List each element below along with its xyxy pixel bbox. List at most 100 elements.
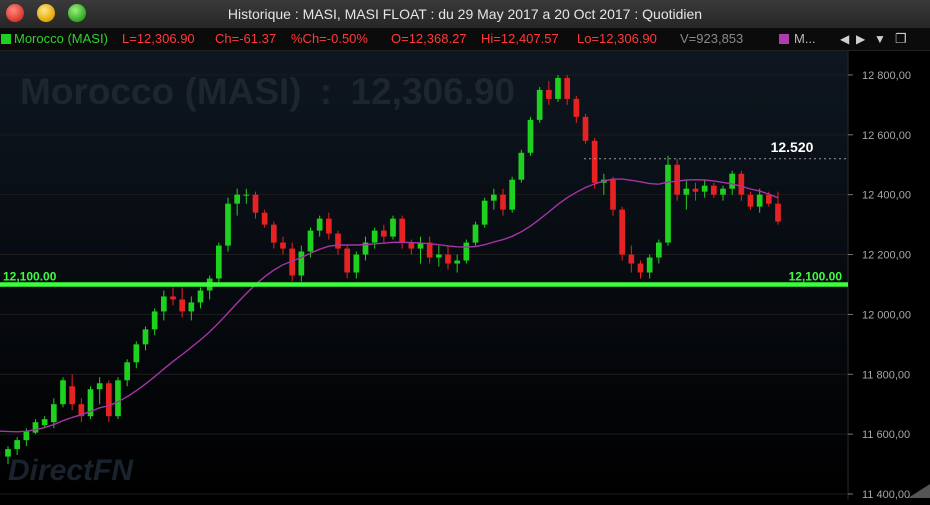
- series-color-swatch: [1, 34, 11, 44]
- candle-body: [399, 218, 406, 243]
- candle[interactable]: [582, 113, 589, 144]
- candle-body: [490, 194, 497, 201]
- candle-body: [5, 449, 11, 457]
- candle-body: [69, 386, 76, 405]
- candlestick-chart[interactable]: Morocco (MASI) : 12,306.90 DirectFN 12 8…: [0, 51, 930, 501]
- window-restore-icon[interactable]: ❐: [895, 28, 907, 50]
- candle-body: [225, 203, 231, 246]
- candle-body: [234, 194, 241, 204]
- last-price: L=12,306.90: [122, 31, 195, 46]
- candle-body: [738, 173, 745, 195]
- candle-body: [665, 164, 671, 243]
- candle[interactable]: [518, 149, 525, 183]
- candle-body: [509, 179, 516, 210]
- candle-body: [564, 77, 571, 99]
- candle[interactable]: [215, 242, 222, 285]
- candle-body: [380, 230, 387, 237]
- candle-body: [344, 248, 351, 273]
- candle-body: [683, 188, 690, 195]
- chart-area[interactable]: Morocco (MASI) : 12,306.90 DirectFN 12 8…: [0, 51, 930, 501]
- candle-body: [637, 263, 644, 273]
- candle-body: [142, 329, 149, 345]
- candle[interactable]: [472, 221, 479, 246]
- y-tick-label: 12 800,00: [862, 70, 911, 82]
- quote-info-bar: Morocco (MASI) L=12,306.90 Ch=-61.37 %Ch…: [0, 28, 930, 51]
- triangle-down-icon[interactable]: ▼: [874, 28, 886, 50]
- candle-body: [582, 116, 589, 141]
- candle[interactable]: [527, 116, 534, 156]
- y-tick-label: 12 200,00: [862, 250, 911, 262]
- candle-body: [124, 362, 131, 381]
- candle[interactable]: [591, 137, 598, 189]
- candle[interactable]: [674, 158, 681, 201]
- candle-body: [756, 194, 763, 207]
- candle-body: [280, 242, 286, 249]
- candle[interactable]: [225, 197, 231, 252]
- candle-body: [371, 230, 378, 243]
- candle-body: [115, 380, 121, 417]
- candle-body: [527, 119, 534, 153]
- y-tick-label: 12 400,00: [862, 190, 911, 202]
- candle-body: [610, 179, 616, 210]
- candle-body: [674, 164, 681, 195]
- candle-body: [60, 380, 66, 405]
- candle[interactable]: [105, 380, 112, 423]
- candle-body: [32, 422, 39, 433]
- support-label-right: 12,100.00: [789, 269, 843, 283]
- indicator-label[interactable]: M...: [794, 28, 816, 50]
- y-tick-label: 11 400,00: [862, 489, 910, 500]
- watermark-text: Morocco (MASI) : 12,306.90: [20, 71, 515, 112]
- candle[interactable]: [536, 86, 543, 123]
- y-tick-label: 12 600,00: [862, 130, 911, 142]
- resistance-label: 12.520: [771, 139, 814, 155]
- candle-body: [720, 188, 726, 195]
- candle-body: [555, 77, 561, 99]
- candle[interactable]: [619, 206, 626, 261]
- directfn-logo: DirectFN: [8, 454, 134, 487]
- triangle-right-icon[interactable]: ▶: [856, 28, 865, 50]
- candle-body: [573, 98, 580, 117]
- candle-body: [96, 383, 103, 390]
- candle-body: [14, 440, 21, 450]
- candle-body: [105, 383, 112, 417]
- candle[interactable]: [87, 386, 94, 420]
- candle-body: [747, 194, 754, 207]
- candle-body: [765, 194, 772, 204]
- y-tick-label: 11 600,00: [862, 429, 910, 441]
- candle[interactable]: [115, 377, 121, 420]
- candle-body: [646, 257, 653, 273]
- percent-change: %Ch=-0.50%: [291, 31, 368, 46]
- candle-body: [252, 194, 259, 213]
- candle-body: [463, 242, 470, 261]
- candle-body: [710, 185, 717, 195]
- candle[interactable]: [555, 74, 561, 102]
- change-value: Ch=-61.37: [215, 31, 277, 46]
- candle-body: [270, 224, 277, 243]
- candle-body: [215, 245, 222, 279]
- candle[interactable]: [60, 377, 66, 408]
- candle-body: [151, 311, 158, 330]
- candle-body: [261, 212, 268, 225]
- candle-body: [298, 251, 305, 276]
- title-bar: Historique : MASI, MASI FLOAT : du 29 Ma…: [0, 0, 930, 29]
- candle-body: [243, 194, 250, 196]
- candle[interactable]: [463, 239, 470, 264]
- symbol-label: Morocco (MASI): [14, 31, 108, 46]
- candle[interactable]: [665, 155, 671, 246]
- candle-body: [435, 254, 442, 258]
- watermark-separator: :: [320, 71, 332, 112]
- candle-body: [390, 218, 396, 237]
- candle-body: [445, 254, 451, 264]
- high-price: Hi=12,407.57: [481, 31, 559, 46]
- candle[interactable]: [481, 197, 488, 228]
- candle-body: [729, 173, 736, 189]
- candle-body: [353, 254, 360, 273]
- candle-body: [692, 188, 699, 192]
- candle-body: [454, 260, 461, 264]
- candle[interactable]: [509, 176, 516, 213]
- triangle-left-icon[interactable]: ◀: [840, 28, 849, 50]
- candle-body: [472, 224, 479, 243]
- candle[interactable]: [390, 215, 396, 240]
- candle-body: [518, 152, 525, 180]
- y-tick-label: 12 000,00: [862, 309, 911, 321]
